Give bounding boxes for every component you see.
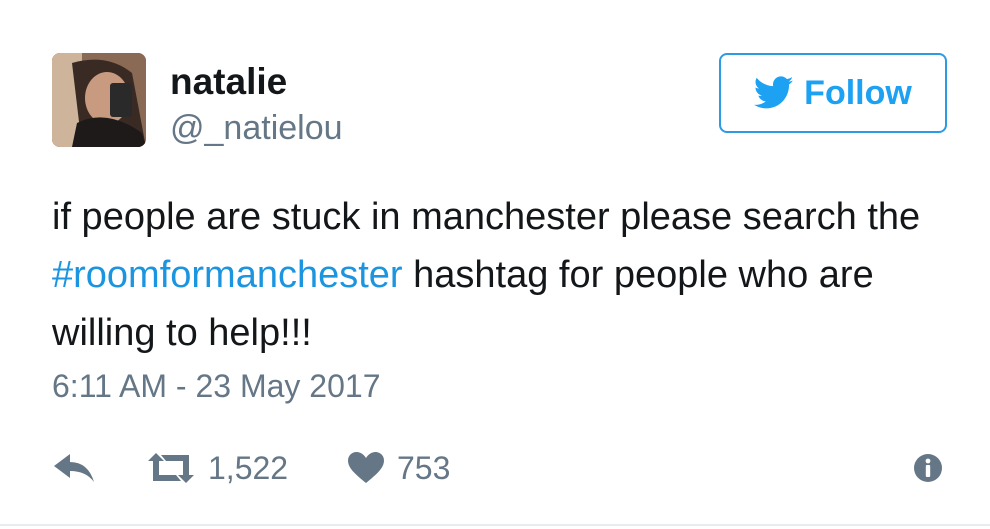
retweet-button[interactable]: 1,522	[146, 440, 288, 496]
hashtag-link[interactable]: #roomformanchester	[52, 254, 403, 296]
tweet-text-before: if people are stuck in manchester please…	[52, 196, 921, 238]
reply-icon	[54, 454, 94, 482]
like-button[interactable]: 753	[347, 440, 450, 496]
bottom-divider	[0, 524, 990, 526]
tweet-card: natalie @_natielou Follow if people are …	[0, 0, 990, 529]
tweet-text: if people are stuck in manchester please…	[52, 188, 952, 362]
display-name[interactable]: natalie	[170, 60, 287, 104]
avatar-photo	[52, 53, 146, 147]
follow-label: Follow	[804, 74, 912, 112]
tweet-timestamp[interactable]: 6:11 AM - 23 May 2017	[52, 366, 380, 406]
info-icon	[914, 454, 942, 482]
tweet-actions: 1,522 753	[0, 440, 990, 496]
info-button[interactable]	[912, 440, 944, 496]
like-count: 753	[397, 450, 451, 486]
reply-button[interactable]	[52, 440, 96, 496]
retweet-count: 1,522	[208, 450, 289, 486]
avatar[interactable]	[52, 53, 146, 147]
follow-button[interactable]: Follow	[719, 53, 947, 133]
twitter-bird-icon	[754, 76, 794, 109]
user-handle[interactable]: @_natielou	[170, 108, 343, 148]
heart-icon	[348, 452, 384, 483]
retweet-icon	[148, 453, 194, 483]
